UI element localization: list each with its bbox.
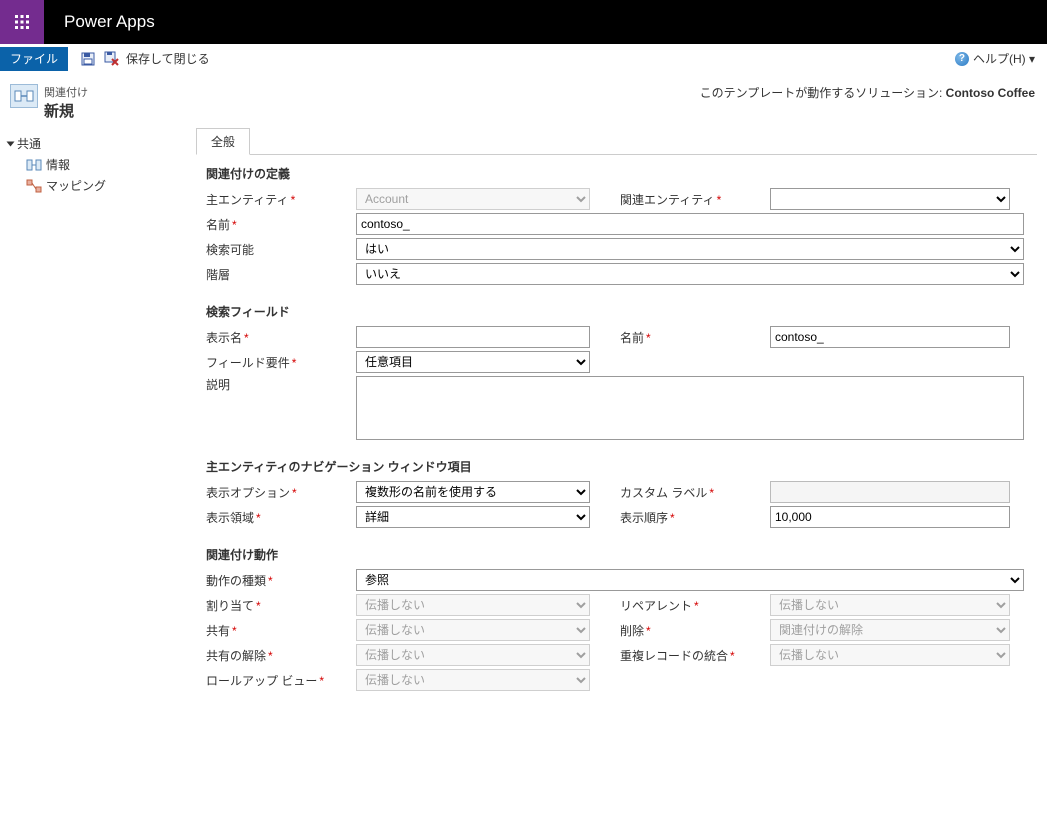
label-custom-label: カスタム ラベル*	[620, 484, 770, 501]
unshare-select[interactable]: 伝播しない	[356, 644, 590, 666]
lookup-name-input[interactable]	[770, 326, 1010, 348]
label-display-option: 表示オプション*	[206, 484, 356, 501]
label-behavior-type: 動作の種類*	[206, 572, 356, 589]
requirement-select[interactable]: 任意項目	[356, 351, 590, 373]
name-input[interactable]	[356, 213, 1024, 235]
primary-entity-select[interactable]: Account	[356, 188, 590, 210]
tabstrip: 全般	[196, 127, 1037, 155]
label-description: 説明	[206, 376, 356, 393]
tab-general[interactable]: 全般	[196, 128, 250, 155]
related-entity-select[interactable]	[770, 188, 1010, 210]
label-assign: 割り当て*	[206, 597, 356, 614]
label-primary-entity: 主エンティティ*	[206, 191, 356, 208]
label-hierarchy: 階層	[206, 266, 356, 283]
sidebar-root-common[interactable]: 共通	[6, 133, 190, 154]
display-option-select[interactable]: 複数形の名前を使用する	[356, 481, 590, 503]
page-title: 新規	[44, 100, 88, 121]
content-area: 全般 関連付けの定義 主エンティティ* Account 関連エンティティ* 名前…	[196, 127, 1047, 704]
label-unshare: 共有の解除*	[206, 647, 356, 664]
reparent-select[interactable]: 伝播しない	[770, 594, 1010, 616]
page-header: 関連付け 新規 このテンプレートが動作するソリューション: Contoso Co…	[0, 74, 1047, 127]
file-button[interactable]: ファイル	[0, 47, 68, 71]
save-button[interactable]	[79, 50, 97, 68]
save-icon	[80, 51, 96, 67]
section-title-lookup: 検索フィールド	[206, 303, 1037, 320]
label-searchable: 検索可能	[206, 241, 356, 258]
save-close-button[interactable]: 保存して閉じる	[126, 50, 210, 67]
searchable-select[interactable]: はい	[356, 238, 1024, 260]
hierarchy-select[interactable]: いいえ	[356, 263, 1024, 285]
save-close-icon	[104, 51, 120, 67]
sidebar-item-label: マッピング	[46, 177, 106, 194]
display-area-select[interactable]: 詳細	[356, 506, 590, 528]
share-select[interactable]: 伝播しない	[356, 619, 590, 641]
sidebar-item-info[interactable]: 情報	[6, 154, 190, 175]
section-title-behavior: 関連付け動作	[206, 546, 1037, 563]
custom-label-input[interactable]	[770, 481, 1010, 503]
rollup-select[interactable]: 伝播しない	[356, 669, 590, 691]
label-reparent: リペアレント*	[620, 597, 770, 614]
sidebar: 共通 情報 マッピング	[0, 127, 196, 704]
sidebar-item-label: 情報	[46, 156, 70, 173]
label-display-order: 表示順序*	[620, 509, 770, 526]
save-close-icon-button[interactable]	[103, 50, 121, 68]
waffle-icon	[14, 14, 30, 30]
help-link[interactable]: ヘルプ(H) ▾	[973, 50, 1035, 67]
sidebar-item-mapping[interactable]: マッピング	[6, 175, 190, 196]
label-share: 共有*	[206, 622, 356, 639]
relationship-icon	[10, 84, 38, 108]
label-rollup: ロールアップ ビュー*	[206, 672, 356, 689]
assign-select[interactable]: 伝播しない	[356, 594, 590, 616]
caret-icon	[7, 141, 15, 146]
sidebar-root-label: 共通	[17, 135, 41, 152]
merge-select[interactable]: 伝播しない	[770, 644, 1010, 666]
label-display-area: 表示領域*	[206, 509, 356, 526]
label-lookup-name: 名前*	[620, 329, 770, 346]
delete-select[interactable]: 関連付けの解除	[770, 619, 1010, 641]
behavior-type-select[interactable]: 参照	[356, 569, 1024, 591]
section-title-definition: 関連付けの定義	[206, 165, 1037, 182]
label-display-name: 表示名*	[206, 329, 356, 346]
label-name: 名前*	[206, 216, 356, 233]
label-delete: 削除*	[620, 622, 770, 639]
breadcrumb: 関連付け	[44, 84, 88, 100]
title-bar: Power Apps	[0, 0, 1047, 44]
display-order-input[interactable]	[770, 506, 1010, 528]
solution-context: このテンプレートが動作するソリューション: Contoso Coffee	[700, 84, 1035, 101]
toolbar: ファイル 保存して閉じる ? ヘルプ(H) ▾	[0, 44, 1047, 74]
label-requirement: フィールド要件*	[206, 354, 356, 371]
display-name-input[interactable]	[356, 326, 590, 348]
description-textarea[interactable]	[356, 376, 1024, 440]
info-icon	[26, 158, 42, 172]
label-related-entity: 関連エンティティ*	[620, 191, 770, 208]
help-icon: ?	[955, 52, 969, 66]
waffle-menu-button[interactable]	[0, 0, 44, 44]
section-title-nav: 主エンティティのナビゲーション ウィンドウ項目	[206, 458, 1037, 475]
app-title: Power Apps	[64, 12, 155, 32]
label-merge: 重複レコードの統合*	[620, 647, 770, 664]
mapping-icon	[26, 179, 42, 193]
